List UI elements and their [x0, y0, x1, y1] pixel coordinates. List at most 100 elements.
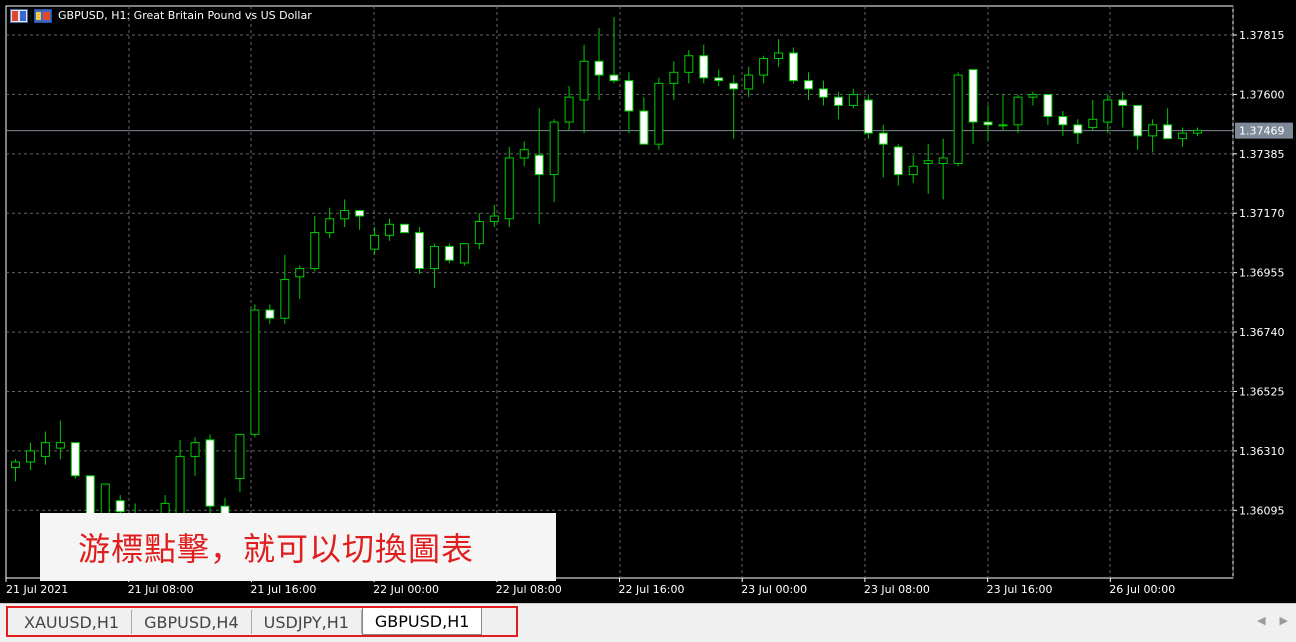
candle-body: [833, 96, 843, 106]
tab-xauusd-h1[interactable]: XAUUSD,H1: [12, 610, 133, 634]
candle-body: [863, 99, 873, 134]
candle-body: [953, 74, 963, 165]
time-tick-label: 22 Jul 16:00: [619, 583, 685, 596]
candle-body: [878, 132, 888, 145]
candle-body: [325, 218, 335, 234]
price-tick-label: 1.37385: [1239, 148, 1285, 161]
candle-body: [669, 71, 679, 84]
candle-body: [1073, 124, 1083, 134]
candle-body: [1148, 124, 1158, 137]
candle-body: [40, 442, 50, 457]
candle-body: [938, 157, 948, 165]
candle-body: [609, 74, 619, 82]
candle-body: [624, 80, 634, 112]
time-tick-label: 23 Jul 08:00: [864, 583, 930, 596]
candle-body: [923, 160, 933, 165]
time-tick-label: 26 Jul 00:00: [1109, 583, 1175, 596]
candle-body: [400, 223, 410, 234]
candle-body: [459, 243, 469, 264]
candle-body: [1013, 96, 1023, 126]
price-tick-label: 1.37815: [1239, 29, 1285, 42]
candle-body: [1133, 104, 1143, 137]
candle-body: [654, 82, 664, 145]
candle-body: [803, 80, 813, 90]
candle-body: [340, 209, 350, 220]
candle-body: [1163, 124, 1173, 140]
candle-body: [175, 455, 185, 518]
candle-body: [684, 55, 694, 73]
candle-body: [489, 215, 499, 223]
candle-body: [504, 157, 514, 220]
candle-body: [310, 232, 320, 270]
tab-usdjpy-h1[interactable]: USDJPY,H1: [252, 610, 362, 634]
candle-body: [205, 439, 215, 507]
price-tick-label: 1.37170: [1239, 207, 1285, 220]
candle-body: [1103, 99, 1113, 123]
candle-body: [1043, 93, 1053, 118]
candle-body: [1118, 99, 1128, 106]
tab-gbpusd-h4[interactable]: GBPUSD,H4: [132, 610, 252, 634]
candle-body: [1058, 116, 1068, 126]
current-price-label: 1.37469: [1239, 125, 1285, 138]
time-tick-label: 23 Jul 00:00: [741, 583, 807, 596]
candle-body: [250, 309, 260, 435]
candle-body: [564, 96, 574, 123]
price-tick-label: 1.36955: [1239, 267, 1285, 280]
candle-body: [10, 461, 20, 468]
candle-body: [848, 93, 858, 106]
instruction-banner: 游標點擊，就可以切換圖表: [40, 513, 556, 581]
price-tick-label: 1.37600: [1239, 88, 1285, 101]
candle-body: [714, 77, 724, 82]
candle-body: [70, 442, 80, 477]
candle-body: [355, 209, 365, 217]
chart-tab-bar: XAUUSD,H1 GBPUSD,H4 USDJPY,H1 GBPUSD,H1 …: [0, 603, 1296, 642]
candle-body: [370, 234, 380, 250]
candle-body: [235, 433, 245, 480]
candle-body: [729, 82, 739, 90]
chart-window[interactable]: 1.37815 1.37600 1.37385 1.37170 1.36955 1.367…: [0, 0, 1296, 603]
instruction-text: 游標點擊，就可以切換圖表: [78, 530, 475, 568]
time-tick-label: 21 Jul 08:00: [128, 583, 194, 596]
candle-body: [1028, 93, 1038, 98]
candle-body: [774, 52, 784, 60]
tab-gbpusd-h1[interactable]: GBPUSD,H1: [361, 608, 483, 635]
candle-body: [818, 88, 828, 98]
chart-header: GBPUSD, H1: Great Britain Pound vs US Do…: [10, 6, 312, 24]
candle-body: [1193, 129, 1203, 134]
scroll-left-icon[interactable]: ◀: [1257, 614, 1265, 627]
candle-body: [1088, 118, 1098, 129]
time-tick-label: 21 Jul 2021: [6, 583, 68, 596]
tab-highlight-box: XAUUSD,H1 GBPUSD,H4 USDJPY,H1 GBPUSD,H1: [6, 606, 518, 637]
candle-body: [519, 149, 529, 159]
candle-body: [968, 69, 978, 123]
time-tick-label: 21 Jul 16:00: [250, 583, 316, 596]
candle-body: [534, 154, 544, 176]
candle-body: [115, 500, 125, 513]
candle-body: [594, 60, 604, 76]
candle-body: [579, 60, 589, 101]
time-tick-label: 22 Jul 08:00: [496, 583, 562, 596]
chart-title: GBPUSD, H1: Great Britain Pound vs US Do…: [58, 8, 312, 22]
time-tick-label: 23 Jul 16:00: [987, 583, 1053, 596]
expert-advisor-icon: [34, 8, 52, 23]
candle-body: [414, 232, 424, 270]
candle-body: [893, 146, 903, 176]
candle-body: [25, 450, 35, 463]
candle-body: [983, 121, 993, 126]
candle-body: [280, 279, 290, 319]
chart-window-icon: [10, 8, 28, 23]
candle-body: [55, 442, 65, 449]
price-tick-label: 1.36525: [1239, 385, 1285, 398]
candle-body: [385, 223, 395, 236]
candle-body: [1178, 132, 1188, 140]
candle-body: [908, 165, 918, 176]
candle-body: [759, 58, 769, 76]
price-tick-label: 1.36095: [1239, 504, 1285, 517]
candle-body: [744, 74, 754, 90]
price-tick-label: 1.36310: [1239, 445, 1285, 458]
scroll-right-icon[interactable]: ▶: [1280, 614, 1288, 627]
time-tick-label: 22 Jul 00:00: [373, 583, 439, 596]
tab-scroll-arrows: ◀ ▶: [1257, 614, 1288, 627]
candle-body: [265, 309, 275, 319]
candle-body: [429, 245, 439, 270]
